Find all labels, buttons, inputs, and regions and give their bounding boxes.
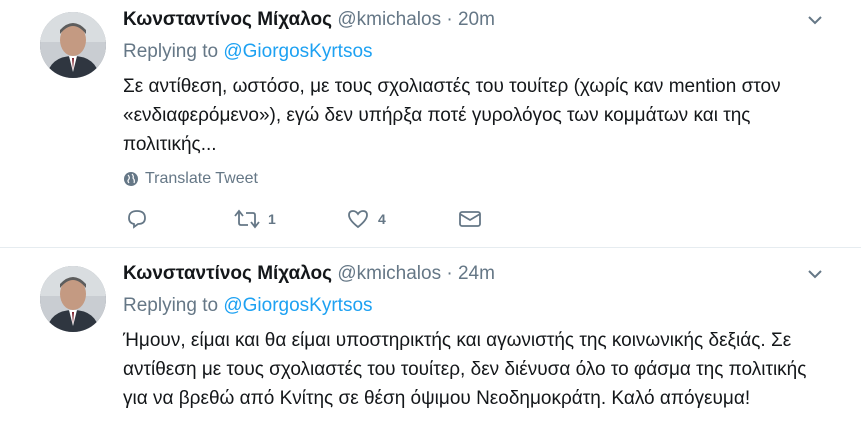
mention-link[interactable]: @GiorgosKyrtsos [223, 295, 372, 316]
replying-label: Replying to [123, 295, 219, 316]
tweet-header: Κωνσταντίνος Μίχαλος @kmichalos · 24m [123, 262, 495, 286]
chevron-down-icon[interactable] [807, 12, 823, 28]
retweet-icon [234, 209, 260, 229]
timestamp[interactable]: 20m [458, 9, 495, 30]
tweet-text: Ήμουν, είμαι και θα είμαι υποστηρικτής κ… [123, 330, 807, 409]
tweet-text: Σε αντίθεση, ωστόσο, με τους σχολιαστές … [123, 76, 781, 155]
like-icon [348, 210, 368, 229]
retweet-button[interactable]: 1 [234, 208, 346, 230]
like-button[interactable]: 4 [346, 208, 458, 230]
avatar[interactable] [40, 12, 106, 78]
retweet-count: 1 [268, 211, 276, 227]
globe-icon [124, 172, 138, 186]
timestamp[interactable]: 24m [458, 263, 495, 284]
tweet[interactable]: Κωνσταντίνος Μίχαλος @kmichalos · 24m Re… [0, 248, 861, 441]
tweet-header: Κωνσταντίνος Μίχαλος @kmichalos · 20m [123, 8, 495, 32]
reply-button[interactable] [126, 208, 234, 230]
tweet-actions: 1 4 [126, 208, 482, 230]
replying-to: Replying to @GiorgosKyrtsos [123, 294, 373, 318]
user-handle[interactable]: @kmichalos [337, 9, 441, 30]
reply-icon [128, 210, 146, 229]
like-count: 4 [378, 211, 386, 227]
tweet[interactable]: Κωνσταντίνος Μίχαλος @kmichalos · 20m Re… [0, 0, 861, 248]
replying-label: Replying to [123, 41, 219, 62]
mention-link[interactable]: @GiorgosKyrtsos [223, 41, 372, 62]
avatar[interactable] [40, 266, 106, 332]
separator: · [446, 263, 453, 284]
direct-message-button[interactable] [458, 208, 482, 230]
translate-label: Translate Tweet [145, 170, 258, 187]
translate-tweet-link[interactable]: Translate Tweet [123, 170, 258, 188]
chevron-down-icon[interactable] [807, 266, 823, 282]
display-name[interactable]: Κωνσταντίνος Μίχαλος [123, 263, 332, 284]
message-icon [459, 211, 481, 227]
display-name[interactable]: Κωνσταντίνος Μίχαλος [123, 9, 332, 30]
separator: · [446, 9, 453, 30]
user-handle[interactable]: @kmichalos [337, 263, 441, 284]
replying-to: Replying to @GiorgosKyrtsos [123, 40, 373, 64]
